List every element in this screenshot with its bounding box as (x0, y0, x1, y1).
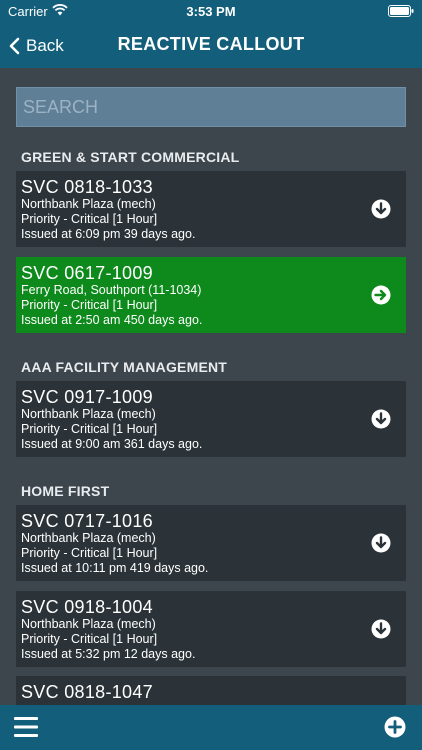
callout-location: Northbank Plaza (mech) (21, 197, 156, 211)
arrow-down-circle-icon[interactable] (371, 199, 391, 219)
status-bar: Carrier 3:53 PM (0, 0, 422, 22)
section-header-home-first: HOME FIRST (21, 483, 110, 499)
search-input[interactable] (23, 96, 399, 118)
plus-circle-icon[interactable] (384, 716, 406, 738)
callout-priority: Priority - Critical [1 Hour] (21, 546, 158, 560)
callout-issued: Issued at 2:50 am 450 days ago. (21, 313, 203, 327)
callout-card-partial[interactable]: SVC 0818-1047 (16, 676, 406, 706)
callout-id: SVC 0617-1009 (21, 263, 153, 283)
arrow-down-circle-icon[interactable] (371, 409, 391, 429)
hamburger-menu-icon[interactable] (14, 716, 38, 738)
callout-id: SVC 0917-1009 (21, 387, 153, 407)
callout-location: Northbank Plaza (mech) (21, 407, 156, 421)
callout-card[interactable]: SVC 0917-1009 Northbank Plaza (mech) Pri… (16, 381, 406, 457)
callout-issued: Issued at 10:11 pm 419 days ago. (21, 561, 209, 575)
arrow-right-circle-icon[interactable] (371, 285, 391, 305)
battery-icon (388, 5, 414, 17)
arrow-down-circle-icon[interactable] (371, 619, 391, 639)
search-box[interactable] (16, 87, 406, 127)
header: Carrier 3:53 PM Back REACTIVE CALLOUT (0, 0, 422, 68)
callout-priority: Priority - Critical [1 Hour] (21, 298, 158, 312)
callout-issued: Issued at 6:09 pm 39 days ago. (21, 227, 196, 241)
section-header-aaa-facility-management: AAA FACILITY MANAGEMENT (21, 359, 228, 375)
bottom-toolbar (0, 705, 422, 750)
callout-priority: Priority - Critical [1 Hour] (21, 632, 158, 646)
callout-priority: Priority - Critical [1 Hour] (21, 212, 158, 226)
callout-id: SVC 0818-1047 (21, 682, 153, 702)
callout-card-selected[interactable]: SVC 0617-1009 Ferry Road, Southport (11-… (16, 257, 406, 333)
status-time: 3:53 PM (186, 4, 236, 19)
callout-id: SVC 0717-1016 (21, 511, 153, 531)
arrow-down-circle-icon[interactable] (371, 533, 391, 553)
callout-location: Northbank Plaza (mech) (21, 531, 156, 545)
callout-id: SVC 0818-1033 (21, 177, 153, 197)
callout-id: SVC 0918-1004 (21, 597, 153, 617)
callout-card[interactable]: SVC 0818-1033 Northbank Plaza (mech) Pri… (16, 171, 406, 247)
callout-location: Ferry Road, Southport (11-1034) (21, 283, 202, 297)
page-title: REACTIVE CALLOUT (117, 34, 305, 54)
navigation-bar: Back REACTIVE CALLOUT (0, 22, 422, 68)
callout-issued: Issued at 9:00 am 361 days ago. (21, 437, 203, 451)
section-header-green-start-commercial: GREEN & START COMMERCIAL (21, 149, 240, 165)
callout-issued: Issued at 5:32 pm 12 days ago. (21, 647, 196, 661)
callout-location: Northbank Plaza (mech) (21, 617, 156, 631)
callout-priority: Priority - Critical [1 Hour] (21, 422, 158, 436)
callout-card[interactable]: SVC 0918-1004 Northbank Plaza (mech) Pri… (16, 591, 406, 667)
callout-card[interactable]: SVC 0717-1016 Northbank Plaza (mech) Pri… (16, 505, 406, 581)
